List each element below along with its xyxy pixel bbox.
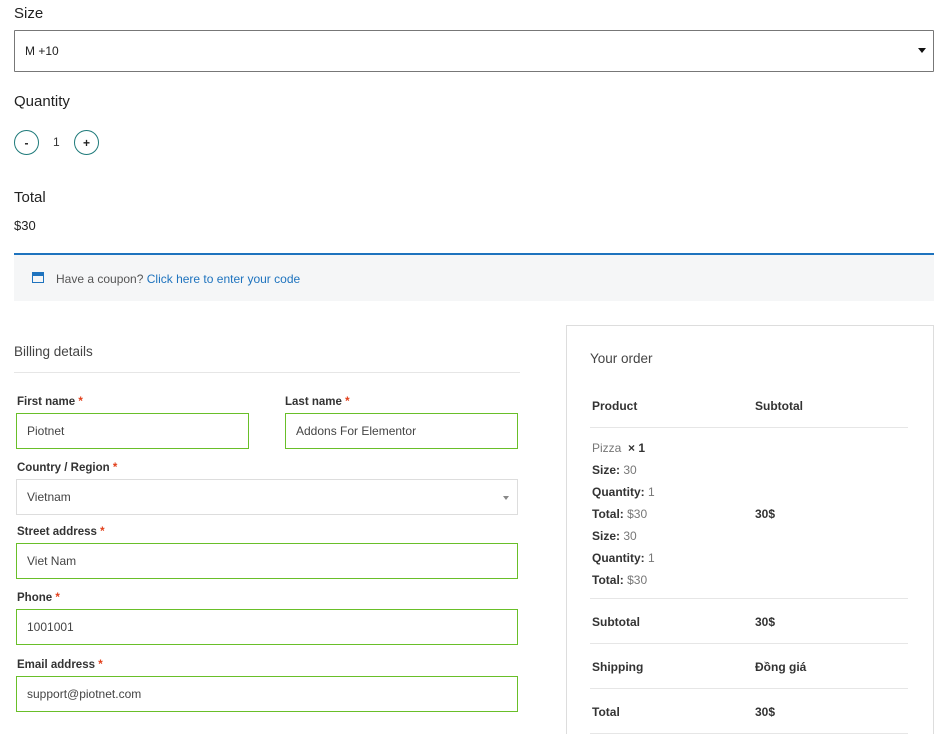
order-item-meta: Size: 30 bbox=[592, 529, 637, 543]
order-subtotal-value: 30$ bbox=[755, 615, 776, 629]
billing-title: Billing details bbox=[14, 344, 93, 359]
quantity-decrease-button[interactable]: - bbox=[14, 130, 39, 155]
total-label: Total bbox=[14, 189, 46, 206]
street-label-text: Street address bbox=[17, 526, 97, 538]
first-name-label-text: First name bbox=[17, 396, 76, 408]
order-item-qty: × 1 bbox=[628, 441, 646, 455]
quantity-increase-button[interactable]: + bbox=[74, 130, 99, 155]
required-mark: * bbox=[112, 462, 118, 474]
order-col-product: Product bbox=[592, 399, 638, 413]
order-item-meta: Total: $30 bbox=[592, 507, 648, 521]
order-title: Your order bbox=[590, 351, 653, 366]
coupon-notice-text: Have a coupon? Click here to enter your … bbox=[56, 272, 300, 286]
required-mark: * bbox=[78, 396, 83, 408]
phone-label: Phone * bbox=[17, 592, 60, 604]
coupon-prompt: Have a coupon? bbox=[56, 272, 144, 286]
country-label-text: Country / Region bbox=[17, 462, 110, 474]
last-name-field[interactable]: Addons For Elementor bbox=[285, 413, 518, 449]
first-name-field[interactable]: Piotnet bbox=[16, 413, 249, 449]
coupon-notice: Have a coupon? Click here to enter your … bbox=[14, 253, 934, 301]
required-mark: * bbox=[345, 396, 350, 408]
phone-label-text: Phone bbox=[17, 592, 53, 604]
quantity-value[interactable]: 1 bbox=[53, 135, 60, 149]
country-label: Country / Region * bbox=[17, 462, 117, 474]
caret-down-icon bbox=[503, 496, 509, 500]
order-item-meta: Quantity: 1 bbox=[592, 485, 655, 499]
order-item-meta: Size: 30 bbox=[592, 463, 637, 477]
coupon-link[interactable]: Click here to enter your code bbox=[147, 272, 300, 286]
size-select-value: M +10 bbox=[25, 44, 59, 58]
order-divider bbox=[590, 598, 908, 599]
order-shipping-label: Shipping bbox=[592, 660, 644, 674]
country-select[interactable]: Vietnam bbox=[16, 479, 518, 515]
order-item-name: Pizza × 1 bbox=[592, 441, 645, 455]
total-value: $30 bbox=[14, 218, 36, 233]
order-subtotal-label: Subtotal bbox=[592, 615, 640, 629]
quantity-label: Quantity bbox=[14, 93, 70, 110]
required-mark: * bbox=[100, 526, 105, 538]
caret-down-icon bbox=[918, 48, 926, 53]
window-icon bbox=[32, 272, 44, 283]
size-select[interactable]: M +10 bbox=[14, 30, 934, 72]
order-divider bbox=[590, 643, 908, 644]
street-label: Street address * bbox=[17, 526, 105, 538]
email-label: Email address * bbox=[17, 659, 103, 671]
street-address-field[interactable]: Viet Nam bbox=[16, 543, 518, 579]
email-field[interactable]: support@piotnet.com bbox=[16, 676, 518, 712]
size-label: Size bbox=[14, 5, 44, 22]
order-item-subtotal: 30$ bbox=[755, 507, 776, 521]
order-item-meta: Total: $30 bbox=[592, 573, 648, 587]
required-mark: * bbox=[98, 659, 103, 671]
first-name-label: First name * bbox=[17, 396, 83, 408]
order-divider bbox=[590, 688, 908, 689]
billing-divider bbox=[14, 372, 520, 373]
order-col-subtotal: Subtotal bbox=[755, 399, 803, 413]
order-total-label: Total bbox=[592, 705, 620, 719]
order-item-meta: Quantity: 1 bbox=[592, 551, 655, 565]
order-item-name-text: Pizza bbox=[592, 441, 622, 455]
last-name-label-text: Last name bbox=[285, 396, 342, 408]
order-divider bbox=[590, 427, 908, 428]
email-label-text: Email address bbox=[17, 659, 95, 671]
order-shipping-value: Đồng giá bbox=[755, 660, 807, 674]
required-mark: * bbox=[55, 592, 60, 604]
last-name-label: Last name * bbox=[285, 396, 350, 408]
order-total-value: 30$ bbox=[755, 705, 776, 719]
country-select-value: Vietnam bbox=[27, 490, 71, 504]
phone-field[interactable]: 1001001 bbox=[16, 609, 518, 645]
